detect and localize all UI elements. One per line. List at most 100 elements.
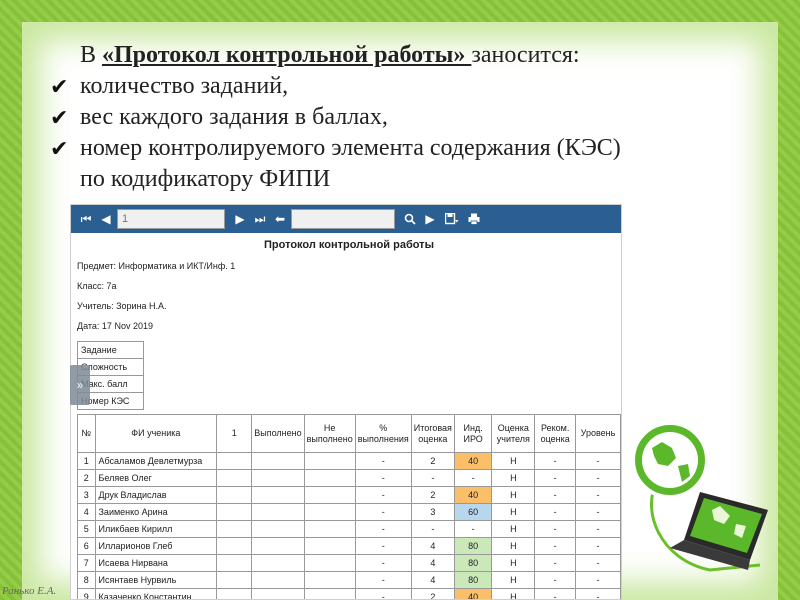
table-row: 6 Илларионов Глеб -4 80 Н - - [77,537,621,555]
params-row: Задание [77,341,144,359]
table-cell: - [534,486,576,504]
table-cell: Н [491,503,536,521]
table-cell: - [534,520,576,538]
table-cell [216,588,253,599]
table-cell: 40 [453,588,493,599]
table-cell: 4 [410,537,455,555]
bullet-item: ✔ номер контролируемого элемента содержан… [50,133,750,164]
table-cell: 9 [77,588,96,599]
table-cell: Н [491,469,536,487]
results-header-row: № ФИ ученика 1 Выполнено Не выполнено % … [77,414,621,453]
col-header: ФИ ученика [94,414,218,453]
table-row: 9 Казаченко Константин -2 40 Н - - [77,588,621,599]
table-cell: - [534,588,576,599]
table-cell: Иликбаев Кирилл [94,520,218,538]
col-header: Инд. ИРО [453,414,493,453]
author-footer: Ранько Е.А. [2,585,57,597]
print-icon[interactable] [465,210,483,228]
table-cell [251,452,305,470]
table-cell [216,537,253,555]
last-page-icon[interactable]: ⏭ [251,210,269,228]
table-cell: Заименко Арина [94,503,218,521]
col-header: № [77,414,96,453]
first-page-icon[interactable]: ⏮ [77,210,95,228]
report-class: Класс: 7а [77,281,117,291]
page-number-input[interactable]: 1 [117,209,225,229]
col-header: Выполнено [251,414,305,453]
table-cell: 80 [453,571,493,589]
table-cell [251,537,305,555]
next-page-icon[interactable]: ▶ [231,210,249,228]
table-cell [251,503,305,521]
table-cell [216,503,253,521]
col-header: Реком. оценка [534,414,576,453]
slide-text: В «Протокол контрольной работы» заноситс… [50,40,750,195]
bullet-item: ✔ количество заданий, [50,71,750,102]
table-cell: - [354,554,412,572]
back-arrow-icon[interactable]: ⬅ [271,210,289,228]
table-cell: Н [491,452,536,470]
table-cell [216,571,253,589]
table-cell: - [354,486,412,504]
table-cell [303,452,356,470]
table-cell: Н [491,588,536,599]
search-icon[interactable] [401,210,419,228]
table-cell: - [534,503,576,521]
search-input[interactable] [291,209,395,229]
bullet-continuation: по кодификатору ФИПИ [80,166,331,192]
table-cell: 8 [77,571,96,589]
table-cell [303,537,356,555]
col-header: 1 [216,414,253,453]
table-cell [303,469,356,487]
table-row: 3 Друк Владислав -2 40 Н - - [77,486,621,504]
table-cell: Друк Владислав [94,486,218,504]
table-cell [216,520,253,538]
prev-page-icon[interactable]: ◀ [97,210,115,228]
table-cell: 40 [453,486,493,504]
table-row: 1 Абсаламов Девлетмурза -2 40 Н - - [77,452,621,470]
table-cell: - [534,537,576,555]
table-cell: Н [491,486,536,504]
table-cell [251,486,305,504]
report-body: Протокол контрольной работы Предмет: Инф… [71,233,621,599]
table-cell [303,520,356,538]
table-cell [216,452,253,470]
table-cell: 3 [410,503,455,521]
report-date: Дата: 17 Nov 2019 [77,321,153,331]
report-subject: Предмет: Информатика и ИКТ/Инф. 1 [77,261,236,271]
checkmark-icon: ✔ [50,136,69,161]
table-cell: 2 [410,486,455,504]
table-cell: - [534,469,576,487]
bullet-text: количество заданий, [80,73,289,99]
table-cell: Исянтаев Нурвиль [94,571,218,589]
checkmark-icon: ✔ [50,74,69,99]
table-cell [303,486,356,504]
table-cell: 4 [410,571,455,589]
table-cell [251,520,305,538]
table-cell: Илларионов Глеб [94,537,218,555]
find-next-icon[interactable]: ▶ [421,210,439,228]
table-row: 2 Беляев Олег - - - Н - - [77,469,621,487]
save-menu-icon[interactable] [441,210,463,228]
table-cell: - [354,537,412,555]
table-cell: - [354,503,412,521]
table-cell [303,571,356,589]
table-cell [251,554,305,572]
table-cell: - [410,520,455,538]
table-cell: Абсаламов Девлетмурза [94,452,218,470]
report-title: Протокол контрольной работы [264,239,434,251]
table-cell: Казаченко Константин [94,588,218,599]
table-cell [251,571,305,589]
table-row: 7 Исаева Нирвана -4 80 Н - - [77,554,621,572]
table-cell: - [354,520,412,538]
checkmark-icon: ✔ [50,105,69,130]
table-cell [216,469,253,487]
table-cell: - [534,554,576,572]
bullet-text: номер контролируемого элемента содержани… [80,135,621,161]
table-cell: - [534,452,576,470]
table-row: 8 Исянтаев Нурвиль -4 80 Н - - [77,571,621,589]
table-cell [216,554,253,572]
table-cell: 60 [453,503,493,521]
expand-panel-handle[interactable]: » [70,365,90,405]
intro-suffix: заносится: [471,42,580,68]
